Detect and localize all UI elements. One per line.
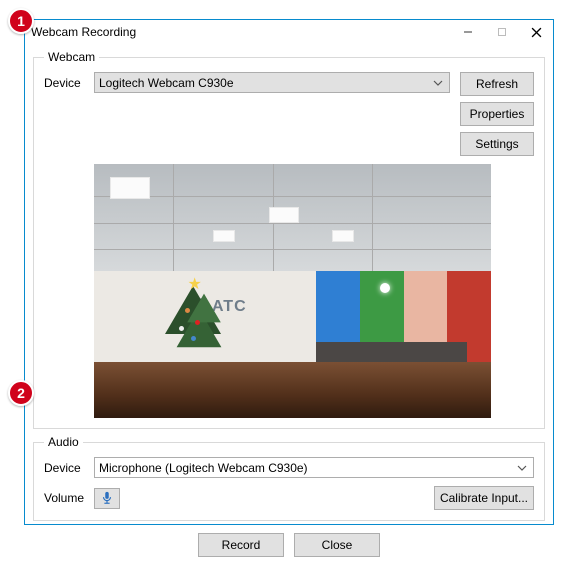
maximize-button <box>485 20 519 44</box>
titlebar: Webcam Recording <box>25 20 553 44</box>
webcam-preview: ⠿ATC ★ <box>94 164 491 418</box>
properties-button[interactable]: Properties <box>460 102 534 126</box>
webcam-legend: Webcam <box>44 50 99 64</box>
annotation-badge-2: 2 <box>8 380 34 406</box>
chevron-down-icon <box>431 78 445 88</box>
microphone-icon <box>100 491 114 505</box>
audio-legend: Audio <box>44 435 83 449</box>
microphone-icon-button[interactable] <box>94 488 120 509</box>
settings-button[interactable]: Settings <box>460 132 534 156</box>
record-button[interactable]: Record <box>198 533 284 557</box>
refresh-button[interactable]: Refresh <box>460 72 534 96</box>
minimize-button[interactable] <box>451 20 485 44</box>
annotation-badge-1: 1 <box>8 8 34 34</box>
chevron-down-icon <box>515 463 529 473</box>
footer: Record Close <box>33 527 545 557</box>
webcam-device-label: Device <box>44 76 86 90</box>
audio-device-label: Device <box>44 461 86 475</box>
close-button[interactable]: Close <box>294 533 380 557</box>
volume-label: Volume <box>44 491 86 505</box>
webcam-device-value: Logitech Webcam C930e <box>99 76 431 90</box>
star-icon: ★ <box>187 274 201 294</box>
webcam-group: Webcam Device Logitech Webcam C930e Refr… <box>33 50 545 429</box>
webcam-device-select[interactable]: Logitech Webcam C930e <box>94 72 450 93</box>
audio-group: Audio Device Microphone (Logitech Webcam… <box>33 435 545 521</box>
window: Webcam Recording Webcam Device Logitech … <box>24 19 554 525</box>
window-title: Webcam Recording <box>31 25 451 39</box>
calibrate-button[interactable]: Calibrate Input... <box>434 486 534 510</box>
close-window-button[interactable] <box>519 20 553 44</box>
audio-device-value: Microphone (Logitech Webcam C930e) <box>99 461 515 475</box>
audio-device-select[interactable]: Microphone (Logitech Webcam C930e) <box>94 457 534 478</box>
